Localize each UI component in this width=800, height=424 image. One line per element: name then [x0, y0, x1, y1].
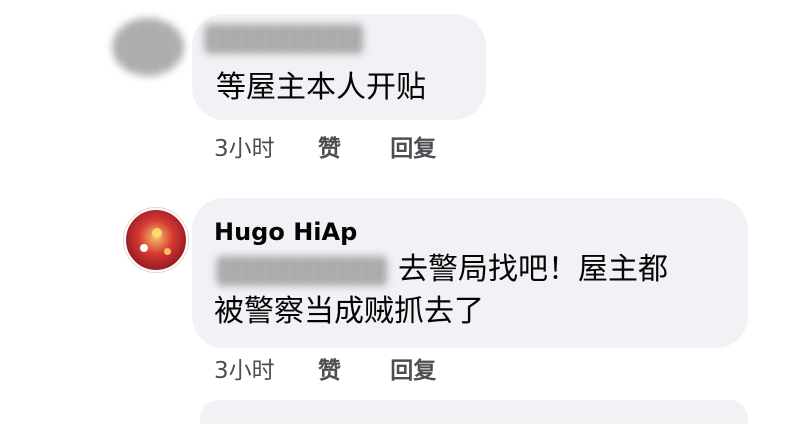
- avatar[interactable]: [124, 208, 188, 272]
- comment-time: 3小时: [214, 136, 275, 162]
- avatar-highlight: [164, 248, 171, 255]
- comment-meta: 3小时 赞 回复: [214, 356, 436, 386]
- comment-text-line: 去警局找吧！屋主都: [398, 252, 668, 287]
- reply-button[interactable]: 回复: [390, 358, 436, 384]
- redacted-mention: [216, 256, 388, 286]
- reply-button[interactable]: 回复: [390, 136, 436, 162]
- avatar-highlight: [152, 228, 162, 238]
- comment-meta: 3小时 赞 回复: [214, 134, 436, 164]
- comment-time: 3小时: [214, 358, 275, 384]
- comment-text-line: 被警察当成贼抓去了: [214, 294, 484, 329]
- redacted-avatar: [112, 18, 184, 76]
- like-button[interactable]: 赞: [318, 358, 341, 384]
- comment-bubble: 等屋主本人开贴: [192, 14, 486, 120]
- next-comment-bubble: [200, 400, 748, 424]
- comment-text: 等屋主本人开贴: [216, 70, 426, 105]
- comment-bubble: Hugo HiAp 去警局找吧！屋主都 被警察当成贼抓去了: [192, 198, 748, 348]
- redacted-author-name: [204, 24, 364, 54]
- comment-author[interactable]: Hugo HiAp: [214, 218, 357, 246]
- avatar-highlight: [140, 244, 148, 252]
- like-button[interactable]: 赞: [318, 136, 341, 162]
